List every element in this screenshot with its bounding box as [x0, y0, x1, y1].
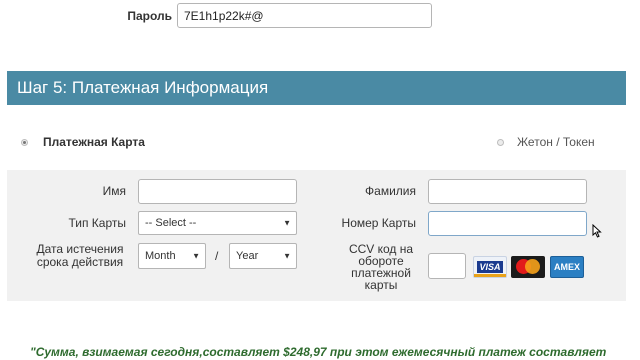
amex-logo: AMEX	[550, 256, 584, 278]
last-name-label: Фамилия	[365, 184, 416, 198]
chevron-down-icon: ▼	[192, 251, 200, 261]
card-radio-label: Платежная Карта	[43, 135, 145, 149]
month-select[interactable]: Month ▼	[138, 243, 206, 269]
ccv-label: CCV код на обороте платежной карты	[348, 242, 414, 292]
card-type-select[interactable]: -- Select -- ▼	[138, 211, 297, 235]
mastercard-logo	[511, 256, 545, 278]
first-name-field[interactable]	[138, 179, 297, 204]
card-radio[interactable]	[21, 139, 28, 146]
password-label: Пароль	[127, 9, 172, 23]
first-name-label: Имя	[102, 184, 126, 198]
last-name-field[interactable]	[428, 179, 587, 204]
month-value: Month	[145, 250, 176, 262]
card-type-value: -- Select --	[145, 217, 197, 229]
year-select[interactable]: Year ▼	[229, 243, 297, 269]
password-field[interactable]: 7E1h1p22k#@	[177, 3, 432, 28]
step-header: Шаг 5: Платежная Информация	[7, 71, 626, 105]
mouse-cursor-icon	[592, 224, 602, 238]
ccv-field[interactable]	[428, 253, 466, 279]
visa-logo: VISA	[473, 256, 507, 278]
expiry-label: Дата истечения срока действия	[36, 242, 124, 269]
token-radio[interactable]	[497, 139, 504, 146]
date-separator: /	[215, 249, 219, 263]
token-radio-label: Жетон / Токен	[517, 135, 595, 149]
year-value: Year	[236, 250, 259, 262]
chevron-down-icon: ▼	[283, 218, 291, 228]
card-number-field[interactable]	[428, 211, 587, 236]
card-number-label: Номер Карты	[341, 216, 416, 230]
summary-text: "Сумма, взимаемая сегодня,составляет $24…	[30, 345, 607, 359]
step-title: Шаг 5: Платежная Информация	[17, 78, 269, 97]
chevron-down-icon: ▼	[283, 251, 291, 261]
card-type-label: Тип Карты	[68, 216, 126, 230]
